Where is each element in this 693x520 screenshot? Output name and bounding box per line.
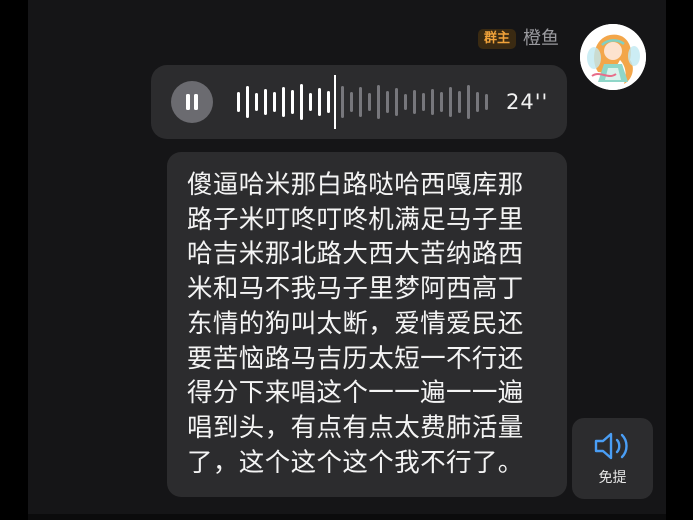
transcript-line: 得分下来唱这个一一遍一一遍 [187,378,524,409]
waveform[interactable] [235,75,491,129]
transcript-line: 要苦恼路马吉历太短一不行还 [187,343,524,374]
avatar-illustration [580,24,646,90]
transcript-line: 路子米叮咚叮咚机满足马子里 [187,204,524,235]
playhead[interactable] [334,75,336,129]
transcript-line: 傻逼哈米那白路哒哈西嘎库那 [187,170,524,200]
transcript-bubble[interactable]: 傻逼哈米那白路哒哈西嘎库那 路子米叮咚叮咚机满足马子里 哈吉米那北路大西大苦纳路… [167,152,567,497]
speaker-icon [594,432,628,460]
chat-screen: 群主 橙鱼 24'' 傻逼哈米那白路哒哈西嘎库那 路子米叮咚叮咚机满足马子里 哈… [0,0,693,520]
avatar[interactable] [580,24,646,90]
voice-duration: 24'' [506,90,549,114]
bottom-strip [28,514,666,520]
pause-button[interactable] [171,81,213,123]
transcript-line: 了，这个这个这个我不行了。 [187,447,524,478]
sender-name[interactable]: 橙鱼 [523,27,559,51]
speaker-label: 免提 [598,470,627,486]
speaker-button[interactable]: 免提 [572,418,653,499]
transcript-line: 哈吉米那北路大西大苦纳路西 [187,239,524,270]
transcript-line: 米和马不我马子里梦阿西高丁 [187,274,524,305]
voice-message-bubble[interactable]: 24'' [151,65,567,139]
sender-header: 群主 橙鱼 [477,27,559,51]
transcript-line: 唱到头，有点有点太费肺活量 [187,412,524,443]
transcript-line: 东情的狗叫太断，爱情爱民还 [187,308,524,339]
pause-icon [186,94,198,110]
transcript-text: 傻逼哈米那白路哒哈西嘎库那 路子米叮咚叮咚机满足马子里 哈吉米那北路大西大苦纳路… [187,168,552,480]
group-owner-badge: 群主 [477,29,516,49]
